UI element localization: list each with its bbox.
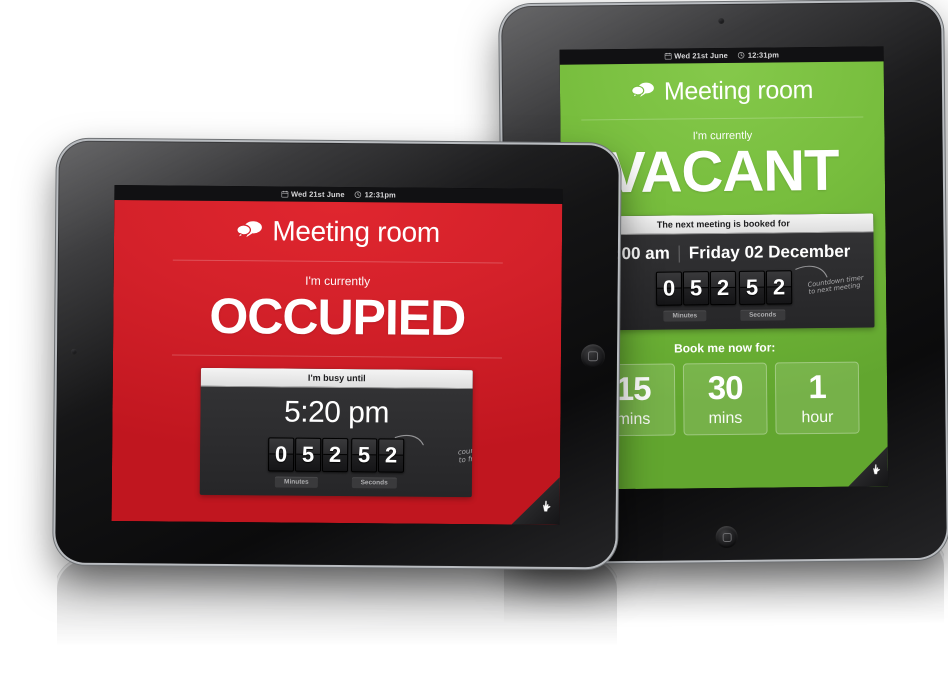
status-time-text: 12:31pm bbox=[365, 190, 396, 199]
status-time-group: 12:31pm bbox=[355, 190, 396, 199]
next-meeting-date: Friday 02 December bbox=[689, 242, 851, 264]
busy-until-panel: I'm busy until 5:20 pm 0 5 bbox=[200, 368, 473, 497]
status-date-text: Wed 21st June bbox=[291, 190, 345, 199]
countdown-minutes-group: 0 5 2 bbox=[268, 437, 348, 472]
status-date-text: Wed 21st June bbox=[674, 51, 728, 61]
status-word-occupied: OCCUPIED bbox=[113, 290, 561, 344]
brand-title-occupied: Meeting room bbox=[272, 215, 440, 248]
front-camera-icon bbox=[718, 18, 724, 24]
clock-icon bbox=[355, 191, 362, 198]
countdown-digit: 0 bbox=[268, 437, 294, 471]
status-time-text: 12:31pm bbox=[748, 50, 779, 59]
countdown-digit: 2 bbox=[766, 270, 792, 304]
speech-bubbles-icon bbox=[236, 220, 263, 243]
countdown-digit: 2 bbox=[710, 271, 736, 305]
app-occupied: Meeting room I'm currently OCCUPIED I'm … bbox=[112, 200, 563, 525]
status-time-group: 12:31pm bbox=[738, 50, 779, 59]
book-option-30-mins[interactable]: 30 mins bbox=[683, 363, 768, 436]
busy-until-panel-body: 5:20 pm 0 5 2 bbox=[200, 387, 473, 497]
reflected-home-button bbox=[713, 618, 735, 640]
screen-occupied: Wed 21st June 12:31pm bbox=[112, 185, 563, 525]
countdown-unit-minutes: Minutes bbox=[275, 476, 318, 487]
reflected-home-button bbox=[325, 640, 349, 664]
calendar-icon bbox=[664, 53, 671, 60]
countdown-seconds-group: 5 2 bbox=[351, 438, 404, 472]
calendar-icon bbox=[281, 191, 288, 198]
page-curl-corner-vacant[interactable] bbox=[848, 446, 888, 486]
home-button-occupied[interactable] bbox=[581, 344, 605, 368]
brand-divider-vacant bbox=[581, 117, 863, 121]
countdown-digit: 5 bbox=[683, 271, 709, 305]
annotation-arrow-vacant bbox=[794, 263, 828, 279]
scene: Wed 21st June 12:31pm bbox=[0, 0, 948, 629]
countdown-digit: 5 bbox=[295, 438, 321, 472]
countdown-digit: 2 bbox=[322, 438, 348, 472]
countdown-units-vacant: Minutes Seconds bbox=[574, 308, 874, 322]
pointing-hand-cursor bbox=[872, 462, 882, 480]
brand-occupied: Meeting room bbox=[114, 214, 562, 250]
page-curl-corner-occupied[interactable] bbox=[512, 477, 560, 525]
brand-vacant: Meeting room bbox=[560, 75, 884, 107]
countdown-unit-minutes: Minutes bbox=[663, 310, 706, 321]
book-option-1-hour[interactable]: 1 hour bbox=[775, 362, 860, 435]
annotation-arrow-occupied bbox=[394, 433, 424, 447]
brand-title-vacant: Meeting room bbox=[664, 76, 814, 107]
home-button-vacant[interactable] bbox=[716, 526, 738, 548]
countdown-minutes-group: 0 5 2 bbox=[656, 271, 736, 306]
tablet-occupied: Wed 21st June 12:31pm bbox=[55, 141, 619, 568]
front-camera-icon bbox=[71, 349, 77, 355]
book-option-unit: mins bbox=[708, 411, 742, 427]
brand-divider-occupied bbox=[173, 260, 503, 264]
book-option-number: 30 bbox=[708, 371, 743, 404]
book-option-number: 1 bbox=[808, 370, 826, 403]
busy-until-time: 5:20 pm bbox=[200, 395, 472, 431]
next-meeting-panel-body: 12:00 am Friday 02 December 0 5 bbox=[574, 232, 875, 330]
status-date-group: Wed 21st June bbox=[281, 190, 345, 200]
countdown-digit: 5 bbox=[739, 271, 765, 305]
countdown-unit-seconds: Seconds bbox=[740, 309, 785, 320]
busy-until-panel-header: I'm busy until bbox=[201, 368, 473, 389]
book-option-unit: mins bbox=[616, 412, 650, 428]
countdown-units-occupied: Minutes Seconds bbox=[200, 476, 472, 489]
next-meeting-panel: The next meeting is booked for 12:00 am … bbox=[573, 213, 874, 330]
meeting-separator bbox=[679, 245, 680, 262]
status-divider-occupied bbox=[172, 355, 502, 359]
countdown-digit: 5 bbox=[351, 438, 377, 472]
book-option-unit: hour bbox=[801, 410, 833, 426]
next-meeting-line: 12:00 am Friday 02 December bbox=[574, 241, 874, 264]
countdown-digit: 0 bbox=[656, 271, 682, 305]
countdown-seconds-group: 5 2 bbox=[739, 270, 792, 305]
clock-icon bbox=[738, 52, 745, 59]
pointing-hand-cursor bbox=[542, 500, 553, 518]
countdown-unit-seconds: Seconds bbox=[352, 477, 397, 488]
reflection-occupied-tablet bbox=[57, 560, 617, 680]
book-option-number: 15 bbox=[616, 372, 651, 405]
status-date-group: Wed 21st June bbox=[664, 51, 728, 61]
status-prefix-occupied: I'm currently bbox=[114, 272, 562, 290]
speech-bubbles-icon bbox=[631, 82, 655, 103]
countdown-occupied: 0 5 2 bbox=[200, 437, 472, 473]
